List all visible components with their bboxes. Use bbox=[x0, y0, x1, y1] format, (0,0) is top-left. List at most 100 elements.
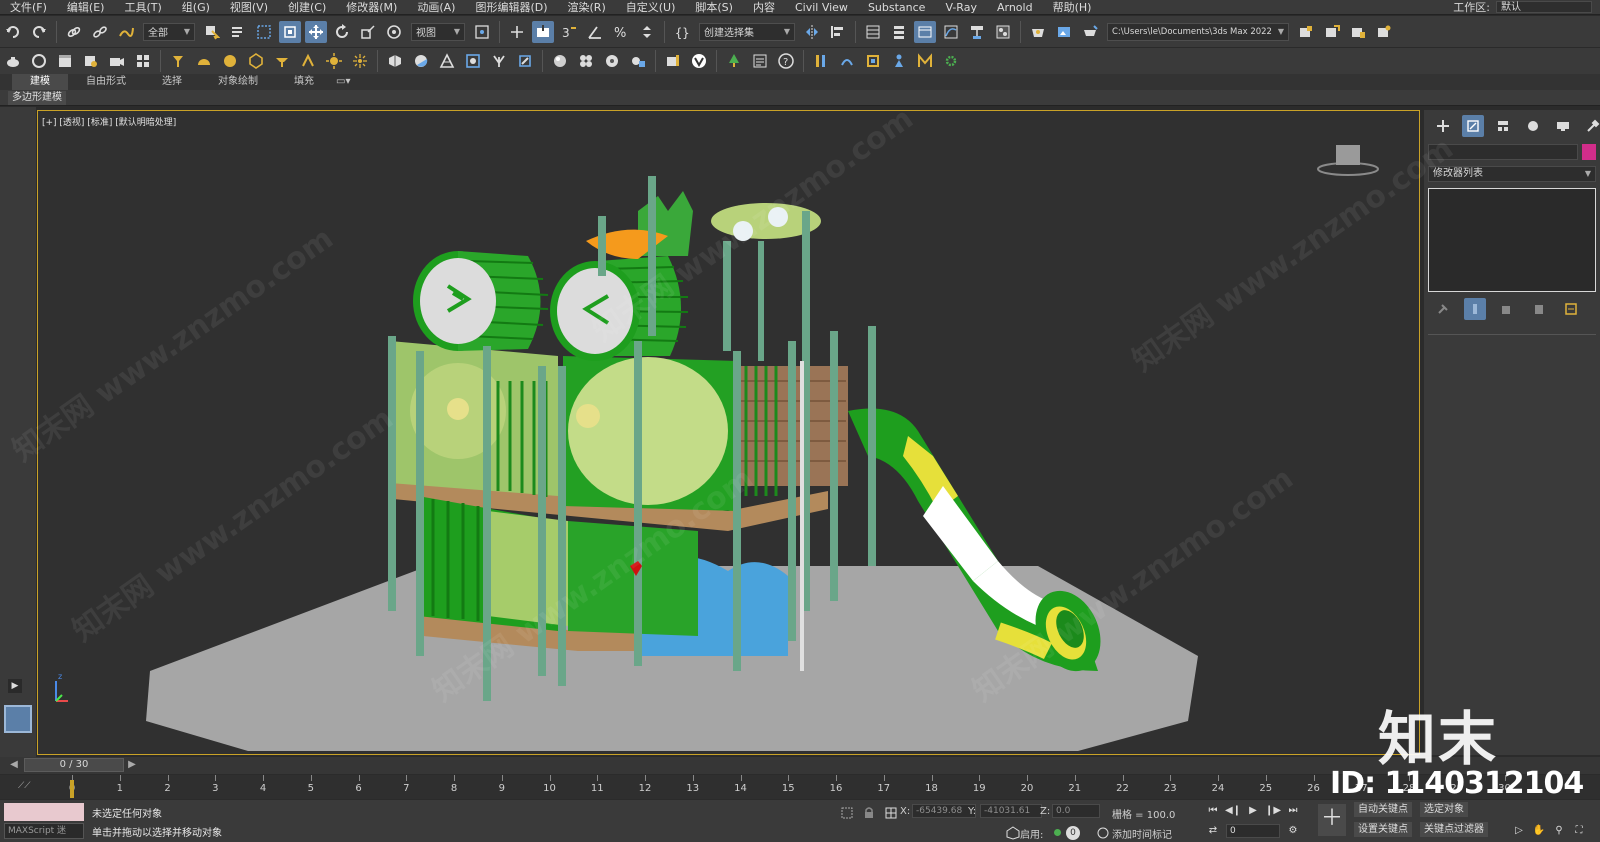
z-coord-field[interactable]: 0.0 bbox=[1052, 804, 1100, 818]
unlink-icon[interactable] bbox=[89, 21, 111, 43]
create-tab-icon[interactable] bbox=[1432, 115, 1454, 137]
pivot-center-icon[interactable] bbox=[471, 21, 493, 43]
spot-light-icon[interactable] bbox=[167, 50, 189, 72]
mirror-icon[interactable] bbox=[801, 21, 823, 43]
scene-explorer-icon[interactable] bbox=[862, 21, 884, 43]
curve-editor-icon[interactable] bbox=[940, 21, 962, 43]
y-coord-field[interactable]: -41031.61 bbox=[980, 804, 1042, 818]
keyboard-shortcut-override-icon[interactable] bbox=[532, 20, 554, 43]
vray-proxy-icon[interactable] bbox=[384, 50, 406, 72]
menu-civil-view[interactable]: Civil View bbox=[785, 1, 858, 14]
vray-plane-icon[interactable] bbox=[436, 50, 458, 72]
time-configuration-icon[interactable]: ⚙ bbox=[1284, 822, 1302, 838]
vray-fur-icon[interactable] bbox=[410, 50, 432, 72]
menu-edit[interactable]: 编辑(E) bbox=[57, 0, 115, 15]
perspective-viewport[interactable]: [+] [透视] [标准] [默认明暗处理] z bbox=[37, 110, 1420, 755]
forest-pack-icon[interactable] bbox=[723, 50, 745, 72]
vray-mesh-clipper-icon[interactable] bbox=[462, 50, 484, 72]
object-name-field[interactable] bbox=[1428, 144, 1578, 160]
percent-snap-icon[interactable]: % bbox=[610, 21, 632, 43]
menu-rendering[interactable]: 渲染(R) bbox=[558, 0, 616, 15]
enable-status-dot[interactable] bbox=[1054, 829, 1061, 836]
track-bar-toggle-icon[interactable]: ⟋⟋ bbox=[18, 781, 31, 791]
motion-tab-icon[interactable] bbox=[1522, 115, 1544, 137]
show-end-result-icon[interactable] bbox=[1464, 298, 1486, 320]
arnold-ipr-icon[interactable] bbox=[836, 50, 858, 72]
absolute-mode-icon[interactable] bbox=[880, 802, 902, 824]
maxscript-listener-mini[interactable] bbox=[4, 803, 84, 821]
menu-substance[interactable]: Substance bbox=[858, 1, 936, 14]
sunlight-system-icon[interactable] bbox=[349, 50, 371, 72]
ribbon-tab-modeling[interactable]: 建模 bbox=[12, 74, 68, 90]
help-icon[interactable]: ? bbox=[775, 50, 797, 72]
material-editor-icon[interactable] bbox=[992, 21, 1014, 43]
menu-content[interactable]: 内容 bbox=[743, 0, 785, 15]
make-unique-icon[interactable] bbox=[1496, 298, 1518, 320]
ribbon-options-button[interactable]: ▭▾ bbox=[332, 74, 354, 90]
snaps-toggle-icon[interactable]: 3 bbox=[558, 21, 580, 43]
select-and-scale-icon[interactable] bbox=[357, 21, 379, 43]
add-time-tag-text[interactable]: 添加时间标记 bbox=[1112, 826, 1172, 841]
pan-view-icon[interactable]: ✋ bbox=[1530, 822, 1548, 838]
menu-modifiers[interactable]: 修改器(M) bbox=[336, 0, 407, 15]
modify-tab-icon[interactable] bbox=[1462, 115, 1484, 137]
ribbon-tab-object-paint[interactable]: 对象绘制 bbox=[200, 74, 276, 90]
render-production-icon[interactable] bbox=[1079, 21, 1101, 43]
create-project-icon[interactable] bbox=[1321, 21, 1343, 43]
previous-frame-icon[interactable]: ◀❙ bbox=[1224, 802, 1242, 818]
angle-snap-icon[interactable] bbox=[584, 21, 606, 43]
workspace-dropdown[interactable]: 默认 bbox=[1496, 1, 1592, 13]
orbit-icon[interactable]: ▷ bbox=[1510, 822, 1528, 838]
sun-light-icon[interactable] bbox=[323, 50, 345, 72]
render-region-icon[interactable] bbox=[80, 50, 102, 72]
pin-stack-icon[interactable] bbox=[1432, 298, 1454, 320]
clone-icon[interactable] bbox=[28, 50, 50, 72]
undo-icon[interactable] bbox=[2, 21, 24, 43]
arnold-settings-icon[interactable] bbox=[940, 50, 962, 72]
select-and-move-icon[interactable] bbox=[305, 20, 327, 43]
arnold-figure-icon[interactable] bbox=[888, 50, 910, 72]
select-object-icon[interactable] bbox=[201, 21, 223, 43]
selected-objects-dropdown[interactable]: 选定对象 bbox=[1420, 802, 1468, 817]
time-slider-left-arrow-icon[interactable]: ◀ bbox=[8, 759, 20, 771]
modifier-list-dropdown[interactable]: 修改器列表 ▼ bbox=[1428, 166, 1596, 182]
arnold-m-icon[interactable] bbox=[914, 50, 936, 72]
set-project-icon[interactable] bbox=[1295, 21, 1317, 43]
menu-create[interactable]: 创建(C) bbox=[278, 0, 336, 15]
menu-tools[interactable]: 工具(T) bbox=[114, 0, 171, 15]
remove-modifier-icon[interactable] bbox=[1528, 298, 1550, 320]
vray-scatter-icon[interactable] bbox=[488, 50, 510, 72]
x-coord-field[interactable]: -65439.68 bbox=[912, 804, 976, 818]
object-color-swatch[interactable] bbox=[1582, 144, 1596, 160]
window-crossing-icon[interactable] bbox=[279, 20, 301, 43]
modifier-stack-list[interactable] bbox=[1428, 188, 1596, 292]
vray-material-sphere-icon[interactable] bbox=[549, 50, 571, 72]
box-icon[interactable] bbox=[54, 50, 76, 72]
configure-modifier-sets-icon[interactable] bbox=[1560, 298, 1582, 320]
key-mode-icon[interactable]: ⇄ bbox=[1204, 822, 1222, 838]
teapot-icon[interactable] bbox=[2, 50, 24, 72]
bind-space-warp-icon[interactable] bbox=[115, 21, 137, 43]
current-frame-indicator[interactable] bbox=[70, 780, 74, 798]
rectangular-selection-icon[interactable] bbox=[253, 21, 275, 43]
viewport-label[interactable]: [+] [透视] [标准] [默认明暗处理] bbox=[42, 115, 176, 128]
vray-multi-material-icon[interactable] bbox=[575, 50, 597, 72]
vray-material-converter-icon[interactable] bbox=[601, 50, 623, 72]
selection-filter-dropdown[interactable]: 全部 ▼ bbox=[143, 22, 195, 41]
time-slider-right-arrow-icon[interactable]: ▶ bbox=[126, 759, 138, 771]
polygon-modeling-label[interactable]: 多边形建模 bbox=[8, 91, 66, 105]
sky-light-icon[interactable] bbox=[193, 50, 215, 72]
render-farm-icon[interactable] bbox=[132, 50, 154, 72]
rendered-frame-window-icon[interactable] bbox=[1053, 21, 1075, 43]
play-icon[interactable]: ▶ bbox=[1244, 802, 1262, 818]
maxscript-input[interactable]: MAXScript 迷 bbox=[4, 823, 84, 839]
link-icon[interactable] bbox=[63, 21, 85, 43]
time-slider-thumb[interactable]: 0 / 30 bbox=[24, 758, 124, 772]
zoom-icon[interactable]: ⚲ bbox=[1550, 822, 1568, 838]
select-manipulate-icon[interactable] bbox=[506, 21, 528, 43]
ribbon-tab-populate[interactable]: 填充 bbox=[276, 74, 332, 90]
key-filters-button[interactable]: 关键点过滤器 bbox=[1420, 822, 1488, 837]
menu-graph-editors[interactable]: 图形编辑器(D) bbox=[465, 0, 557, 15]
set-key-button[interactable]: 设置关键点 bbox=[1354, 822, 1412, 837]
menu-help[interactable]: 帮助(H) bbox=[1043, 0, 1102, 15]
